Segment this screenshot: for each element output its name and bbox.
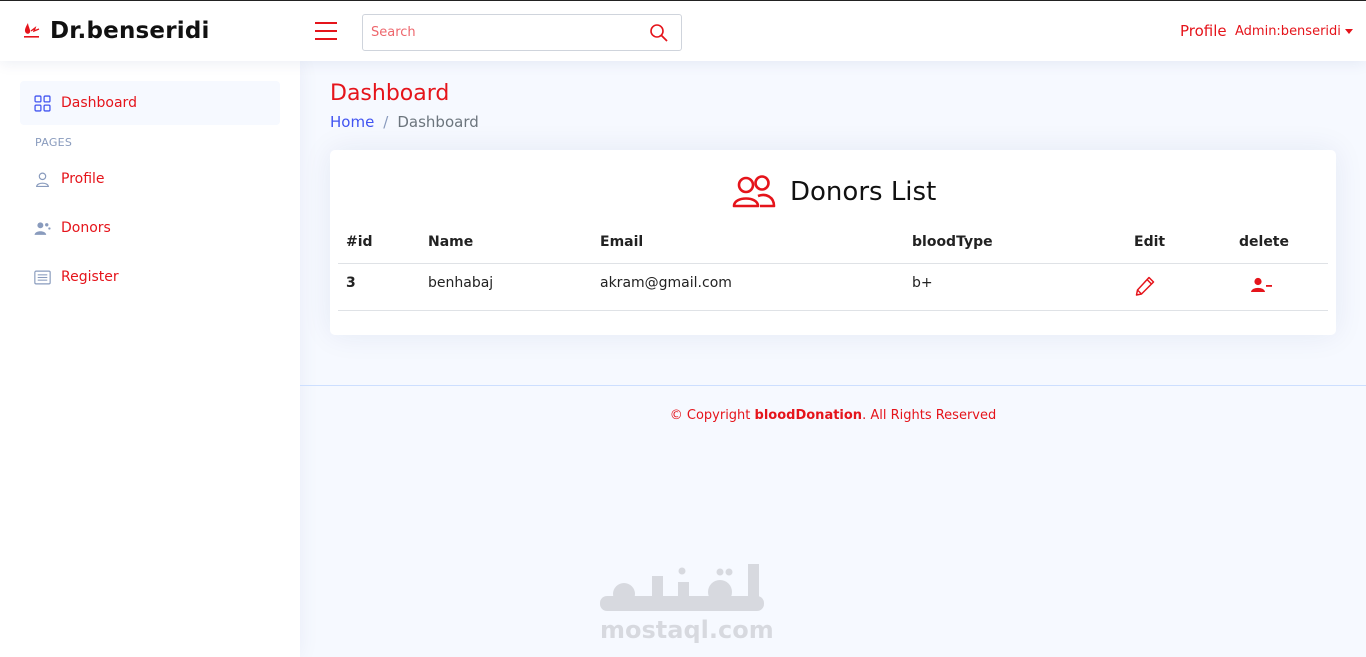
sidebar-item-label: Donors	[61, 220, 111, 236]
sidebar-item-register[interactable]: Register	[20, 255, 280, 299]
column-header-id: #id	[346, 234, 373, 250]
sidebar-item-dashboard[interactable]: Dashboard	[20, 81, 280, 125]
delete-donor-button[interactable]	[1250, 276, 1274, 296]
column-header-bloodtype: bloodType	[912, 234, 993, 250]
person-dash-icon	[1251, 277, 1272, 292]
mostaql-arabic-logo	[600, 564, 764, 611]
cell-bloodtype: b+	[912, 275, 933, 291]
sidebar-section-heading: PAGES	[35, 136, 73, 149]
search-bar	[362, 14, 682, 51]
sidebar-item-label: Register	[61, 269, 119, 285]
column-header-name: Name	[428, 234, 474, 250]
profile-link[interactable]: Profile	[1180, 22, 1227, 40]
cell-name: benhabaj	[428, 275, 494, 291]
blood-drop-logo-icon	[24, 23, 40, 38]
grid-icon	[34, 94, 51, 112]
sidebar-item-donors[interactable]: Donors	[20, 206, 280, 250]
footer-prefix: © Copyright	[669, 408, 755, 423]
column-header-delete: delete	[1239, 234, 1289, 250]
donors-card: Donors List #id Name Email bloodType Edi…	[330, 150, 1336, 335]
breadcrumb-home-link[interactable]: Home	[330, 113, 374, 131]
breadcrumb-current: Dashboard	[397, 113, 479, 131]
top-bar: Dr.benseridi Profile Admin:benseridi	[0, 0, 1366, 61]
person-icon	[35, 172, 50, 187]
breadcrumb: Home / Dashboard	[330, 113, 479, 131]
cell-email: akram@gmail.com	[600, 275, 732, 291]
footer-divider	[300, 385, 1366, 386]
edit-donor-button[interactable]	[1134, 275, 1156, 297]
column-header-email: Email	[600, 234, 644, 250]
table-row-divider	[338, 310, 1328, 311]
page-title: Dashboard	[330, 81, 450, 106]
brand-name: Dr.benseridi	[50, 18, 210, 44]
hamburger-icon	[315, 22, 337, 40]
mostaql-watermark: mostaql.com	[598, 560, 774, 646]
table-header-divider	[338, 263, 1328, 264]
card-title: Donors List	[732, 172, 936, 212]
toggle-sidebar-button[interactable]	[314, 19, 338, 43]
breadcrumb-separator: /	[383, 113, 389, 131]
card-title-text: Donors List	[790, 177, 937, 207]
logo[interactable]: Dr.benseridi	[22, 15, 210, 47]
sidebar-item-profile[interactable]: Profile	[20, 157, 280, 201]
column-header-edit: Edit	[1134, 234, 1166, 250]
footer-suffix: . All Rights Reserved	[862, 408, 997, 423]
sidebar-item-label: Profile	[61, 171, 105, 187]
people-icon	[34, 221, 51, 235]
search-icon	[650, 24, 668, 42]
search-input[interactable]	[363, 15, 633, 50]
caret-down-icon	[1344, 29, 1353, 34]
admin-dropdown[interactable]: Admin:benseridi	[1235, 24, 1353, 39]
card-list-icon	[34, 270, 51, 284]
footer-brand: bloodDonation	[754, 408, 863, 423]
footer: © Copyright bloodDonation. All Rights Re…	[300, 408, 1366, 423]
sidebar: Dashboard PAGES Profile Donors Register	[0, 61, 300, 657]
sidebar-item-label: Dashboard	[61, 95, 137, 111]
search-button[interactable]	[649, 23, 669, 43]
cell-id: 3	[346, 275, 356, 291]
pencil-icon	[1135, 276, 1155, 296]
watermark-text: mostaql.com	[600, 616, 774, 644]
admin-label: Admin:benseridi	[1235, 24, 1341, 39]
people-icon	[732, 175, 776, 208]
